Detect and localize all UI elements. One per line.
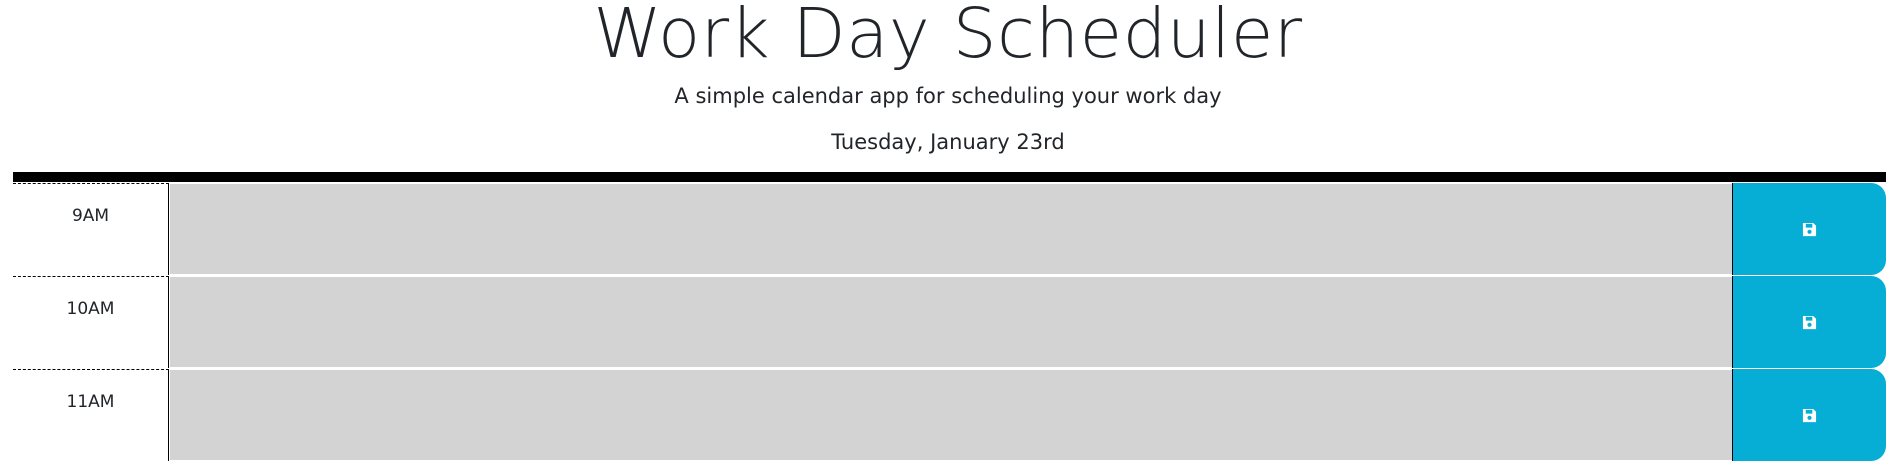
page-subtitle: A simple calendar app for scheduling you… xyxy=(674,84,1222,108)
save-icon xyxy=(1802,408,1817,423)
hour-label: 9AM xyxy=(13,183,169,275)
time-block-row: 11AM xyxy=(13,369,1886,462)
event-description-input[interactable] xyxy=(170,183,1732,275)
save-icon xyxy=(1802,315,1817,330)
event-description-input[interactable] xyxy=(170,369,1732,461)
time-block-list: 9AM 10AM 11AM xyxy=(13,183,1886,462)
current-day: Tuesday, January 23rd xyxy=(831,130,1065,154)
save-button[interactable] xyxy=(1732,276,1886,368)
event-description-input[interactable] xyxy=(170,276,1732,368)
hour-label: 11AM xyxy=(13,369,169,461)
scheduler-page: Work Day Scheduler A simple calendar app… xyxy=(0,0,1896,463)
hour-label: 10AM xyxy=(13,276,169,368)
page-title: Work Day Scheduler xyxy=(593,0,1303,74)
save-icon xyxy=(1802,222,1817,237)
save-button[interactable] xyxy=(1732,183,1886,275)
header-divider xyxy=(13,172,1886,182)
save-button[interactable] xyxy=(1732,369,1886,461)
time-block-row: 9AM xyxy=(13,183,1886,276)
time-block-row: 10AM xyxy=(13,276,1886,369)
